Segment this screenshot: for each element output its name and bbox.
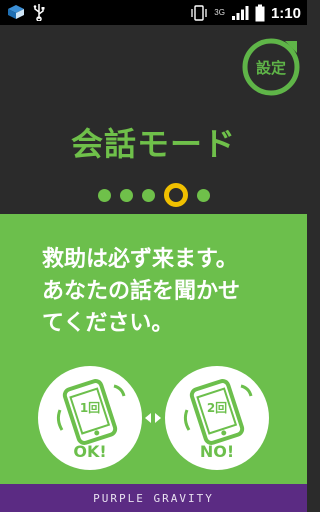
page-dot bbox=[141, 188, 155, 202]
header-area: 設定 会話モード bbox=[0, 25, 307, 214]
settings-label: 設定 bbox=[255, 58, 286, 77]
message-panel: 救助は必ず来ます。 あなたの話を聞かせ てください。 1回 OK! 2回 NO! bbox=[0, 214, 307, 484]
no-count: 2回 bbox=[206, 401, 228, 415]
vibrate-icon bbox=[191, 5, 207, 21]
ok-count: 1回 bbox=[79, 401, 101, 415]
clock: 1:10 bbox=[270, 4, 301, 22]
status-right: 3G 1:10 bbox=[190, 2, 301, 24]
no-button[interactable]: 2回 NO! bbox=[165, 366, 269, 470]
page-dot bbox=[119, 188, 133, 202]
dropbox-icon bbox=[8, 5, 24, 19]
battery-icon bbox=[255, 4, 265, 22]
page-dot-active bbox=[163, 183, 188, 207]
ok-label: OK! bbox=[73, 442, 107, 461]
brand-logo: PURPLE GRAVITY bbox=[93, 491, 214, 505]
page-dot bbox=[97, 188, 111, 202]
no-label: NO! bbox=[199, 442, 235, 461]
signal-icon bbox=[231, 6, 249, 20]
usb-icon bbox=[33, 4, 45, 21]
page-indicator bbox=[0, 182, 307, 208]
status-bar: 3G 1:10 bbox=[0, 0, 307, 25]
footer-banner: PURPLE GRAVITY bbox=[0, 484, 307, 512]
ok-button[interactable]: 1回 OK! bbox=[38, 366, 142, 470]
settings-button[interactable]: 設定 bbox=[239, 35, 303, 99]
swap-arrows-icon bbox=[145, 413, 161, 423]
message-text: 救助は必ず来ます。 あなたの話を聞かせ てください。 bbox=[42, 247, 241, 336]
page-title: 会話モード bbox=[70, 125, 236, 163]
network-3g-icon: 3G bbox=[214, 8, 225, 17]
status-left bbox=[6, 3, 46, 21]
page-dot bbox=[196, 188, 210, 202]
